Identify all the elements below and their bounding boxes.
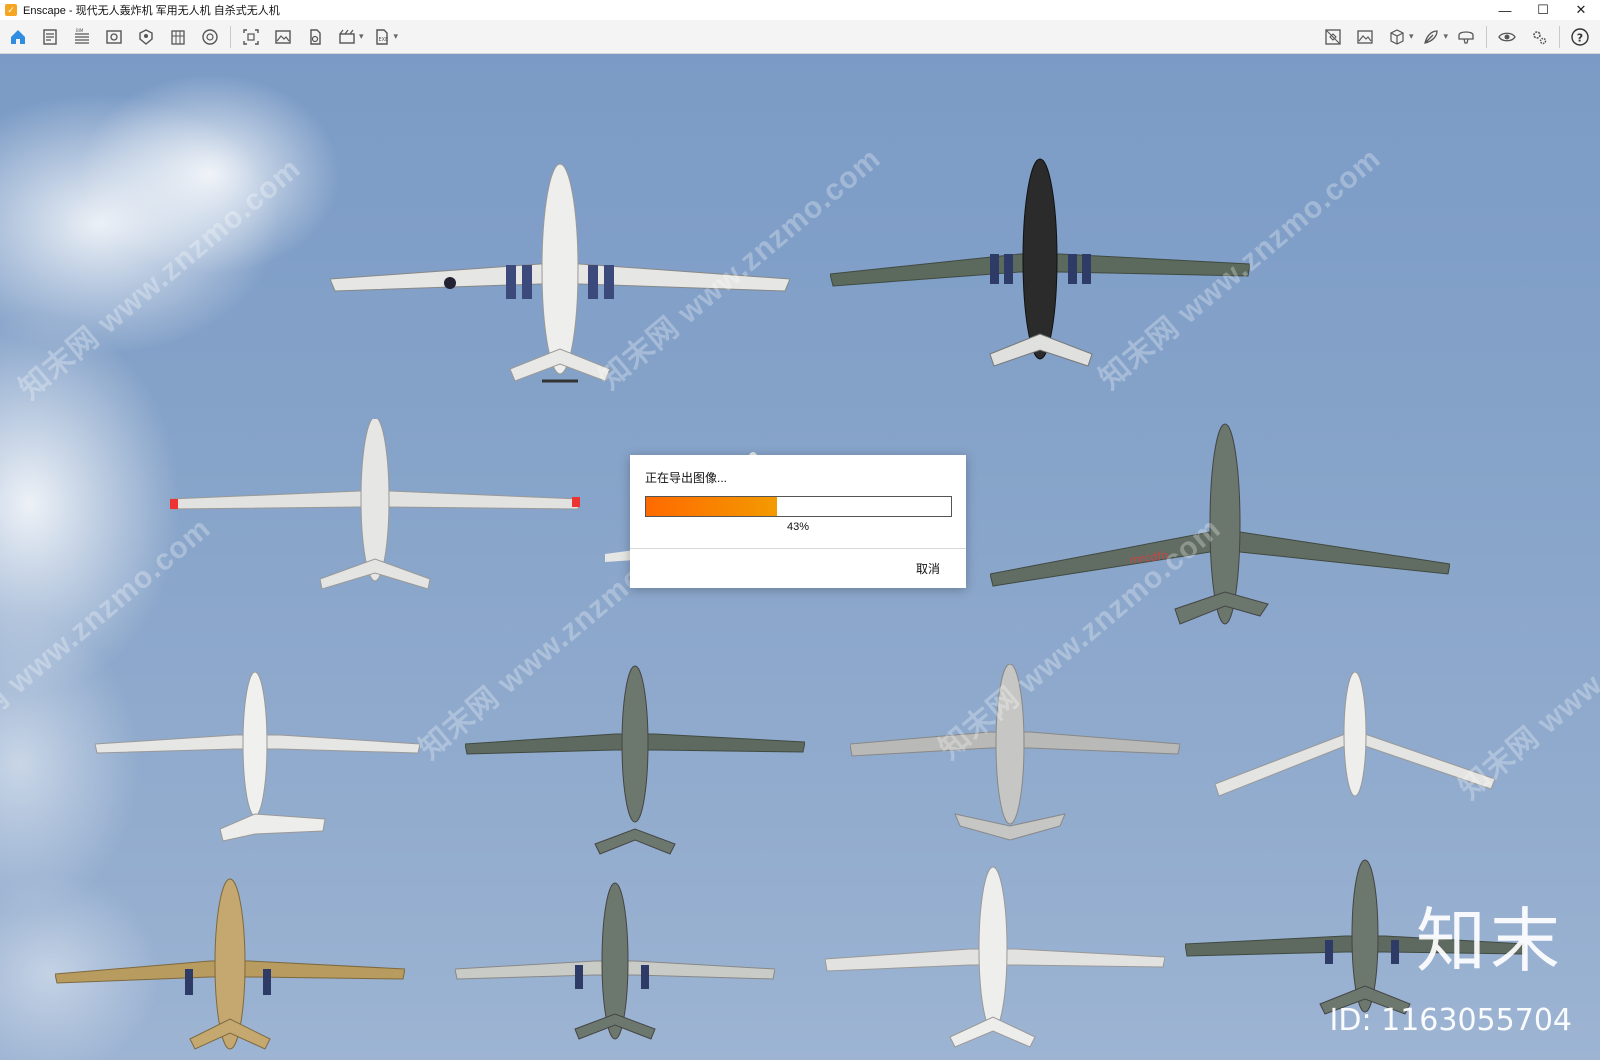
video-icon[interactable] <box>334 24 360 50</box>
maximize-icon[interactable]: ☐ <box>1524 0 1562 20</box>
chevron-down-icon[interactable]: ▾ <box>359 31 364 42</box>
chevron-down-icon[interactable]: ▾ <box>1409 31 1414 42</box>
drone-model <box>55 878 405 1050</box>
window-controls: — ☐ ✕ <box>1486 0 1600 20</box>
progress-percent: 43% <box>786 521 810 533</box>
dialog-title: 正在导出图像... <box>645 471 728 485</box>
toolbar-separator <box>1486 25 1487 48</box>
drone-model <box>830 158 1250 367</box>
panorama-icon[interactable] <box>302 24 328 50</box>
eye-icon[interactable] <box>1494 24 1520 50</box>
image-id: ID: 1163055704 <box>1329 1003 1572 1038</box>
progress-fill <box>646 497 778 516</box>
view-icon[interactable] <box>101 24 127 50</box>
svg-text:BIM: BIM <box>76 28 84 33</box>
dialog-divider <box>630 548 966 549</box>
asset-icon[interactable] <box>133 24 159 50</box>
chevron-down-icon[interactable]: ▾ <box>1443 31 1448 42</box>
feather-icon[interactable] <box>1418 24 1444 50</box>
export-dialog: 正在导出图像... 43% 取消 <box>630 455 966 588</box>
settings-icon[interactable] <box>1526 24 1552 50</box>
cube-icon[interactable] <box>1384 24 1410 50</box>
svg-text:EXE: EXE <box>378 37 388 43</box>
drone-model <box>95 671 420 842</box>
drone-model <box>825 866 1165 1048</box>
map-icon[interactable] <box>1320 24 1346 50</box>
toolbar: BIM ▾ EXE ▾ ▾ ▾ ? <box>0 20 1600 72</box>
screenshot-icon[interactable] <box>238 24 264 50</box>
vr-icon[interactable] <box>1453 24 1479 50</box>
enscape-logo-icon: ✓ <box>5 4 17 16</box>
help-icon[interactable]: ? <box>1567 24 1593 50</box>
toolbar-left: BIM ▾ EXE ▾ <box>2 20 400 53</box>
bim-icon[interactable]: BIM <box>69 24 95 50</box>
toolbar-right: ▾ ▾ ? <box>1317 20 1596 53</box>
chevron-down-icon[interactable]: ▾ <box>394 31 399 42</box>
image-icon[interactable] <box>270 24 296 50</box>
window-title: Enscape - 现代无人轰炸机 军用无人机 自杀式无人机 <box>23 5 280 17</box>
drone-model <box>455 882 775 1040</box>
progress-bar <box>645 496 952 517</box>
cancel-button[interactable]: 取消 <box>916 560 940 577</box>
brand-watermark: 知末 <box>1416 900 1564 982</box>
export-icon[interactable]: EXE <box>369 24 395 50</box>
materials-icon[interactable] <box>197 24 223 50</box>
home-icon[interactable] <box>5 24 31 50</box>
close-icon[interactable]: ✕ <box>1562 0 1600 20</box>
title-bar: ✓ Enscape - 现代无人轰炸机 军用无人机 自杀式无人机 — ☐ ✕ <box>0 0 1600 20</box>
toolbar-separator <box>230 25 231 48</box>
drone-model <box>170 419 580 590</box>
svg-text:?: ? <box>1577 31 1583 44</box>
minimize-icon[interactable]: — <box>1486 0 1524 20</box>
gallery-icon[interactable] <box>1352 24 1378 50</box>
layers-icon[interactable] <box>165 24 191 50</box>
project-icon[interactable] <box>37 24 63 50</box>
drone-model <box>1215 671 1495 797</box>
toolbar-separator <box>1559 25 1560 48</box>
